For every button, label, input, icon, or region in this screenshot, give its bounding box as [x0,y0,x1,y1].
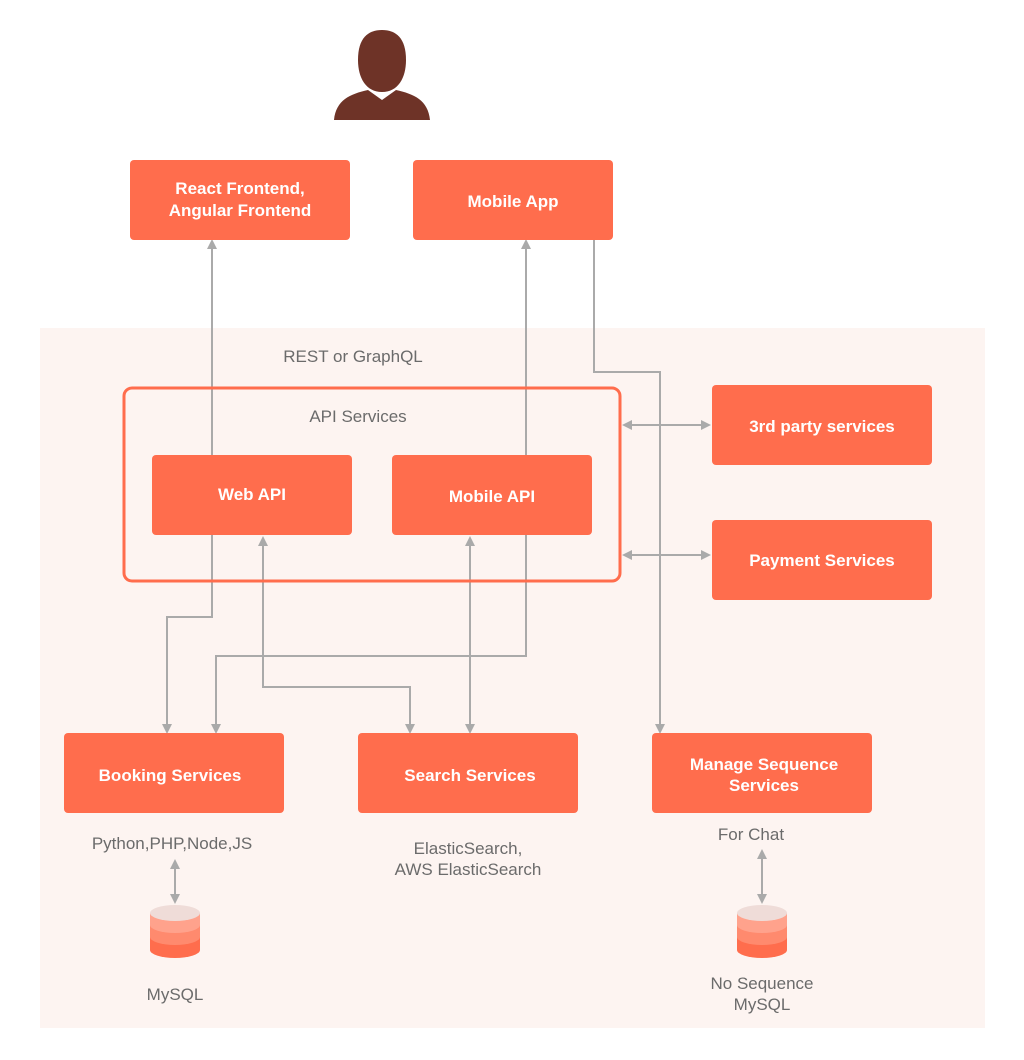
manage-note-label: For Chat [718,825,784,844]
mobile-app-label: Mobile App [468,192,559,211]
search-services-box: Search Services [358,733,578,813]
booking-tech-label: Python,PHP,Node,JS [92,834,252,853]
api-services-label: API Services [309,407,406,426]
user-icon [334,30,430,120]
web-api-box: Web API [152,455,352,535]
frontend-label-line1: React Frontend, [175,179,304,198]
manage-sequence-services-box: Manage Sequence Services [652,733,872,813]
booking-db-label: MySQL [147,985,204,1004]
manage-label-line2: Services [729,776,799,795]
mobile-api-label: Mobile API [449,487,535,506]
database-icon [150,905,200,958]
payment-label: Payment Services [749,551,895,570]
search-tech-line2: AWS ElasticSearch [395,860,542,879]
booking-label: Booking Services [99,766,242,785]
react-angular-frontend-box: React Frontend, Angular Frontend [130,160,350,240]
protocol-label: REST or GraphQL [283,347,423,366]
search-label: Search Services [404,766,535,785]
database-icon [737,905,787,958]
mobile-api-box: Mobile API [392,455,592,535]
manage-label-line1: Manage Sequence [690,755,838,774]
booking-services-box: Booking Services [64,733,284,813]
architecture-diagram: React Frontend, Angular Frontend Mobile … [40,30,985,1028]
third-party-services-box: 3rd party services [712,385,932,465]
manage-db-line1: No Sequence [710,974,813,993]
frontend-label-line2: Angular Frontend [169,201,312,220]
search-tech-line1: ElasticSearch, [414,839,523,858]
mobile-app-box: Mobile App [413,160,613,240]
web-api-label: Web API [218,485,286,504]
third-party-label: 3rd party services [749,417,895,436]
manage-db-line2: MySQL [734,995,791,1014]
payment-services-box: Payment Services [712,520,932,600]
